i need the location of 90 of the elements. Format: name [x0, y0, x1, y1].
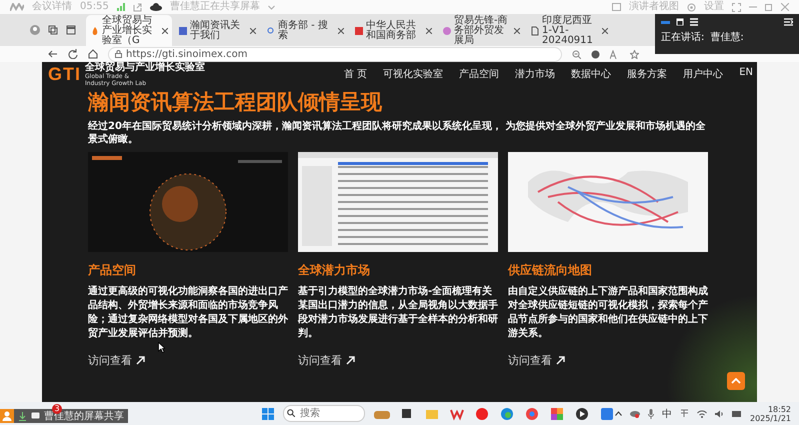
card-title: 全球潜力市场	[298, 262, 371, 279]
card-title: 供应链流向地图	[508, 262, 593, 279]
tiles-icon[interactable]	[549, 406, 565, 420]
nav-link[interactable]: 可视化实验室	[383, 67, 444, 81]
cloud-icon	[150, 3, 162, 11]
browser-tab[interactable]: 瀚闻资讯关于我们	[174, 15, 260, 46]
arrow-icon	[136, 356, 145, 365]
site-icon	[354, 26, 364, 36]
close-icon[interactable]	[250, 28, 256, 34]
nav-link[interactable]: EN	[739, 67, 753, 81]
nav-link[interactable]: 数据中心	[571, 67, 612, 81]
play-icon[interactable]	[574, 406, 590, 420]
meeting-timer: 05:55	[80, 1, 109, 13]
browser-tab[interactable]: 中华人民共和国商务部	[350, 15, 436, 46]
windows-icon[interactable]	[262, 408, 274, 420]
signal-icon	[116, 3, 125, 11]
site-icon	[178, 26, 188, 36]
page-heading: 瀚闻资讯算法工程团队倾情呈现	[88, 89, 383, 116]
star-icon[interactable]	[630, 50, 639, 58]
list-icon[interactable]	[690, 18, 698, 26]
app-square-icon[interactable]	[599, 406, 615, 420]
clock-date[interactable]: 2025/1/21	[750, 414, 792, 422]
battery-icon[interactable]	[732, 410, 742, 416]
back-icon[interactable]	[48, 49, 58, 59]
speaking-label: 正在讲话:	[661, 30, 704, 44]
input-method-indicator[interactable]: 中	[662, 406, 672, 420]
card-title: 产品空间	[88, 262, 137, 279]
notification-badge: 3	[52, 404, 62, 414]
site-icon	[442, 26, 452, 36]
fullscreen-icon[interactable]	[732, 2, 741, 12]
visit-link[interactable]: 访问查看	[508, 353, 565, 368]
speaker-name: 曹佳慧:	[710, 30, 744, 44]
search-icon	[287, 409, 295, 417]
download-icon[interactable]	[18, 412, 27, 420]
arrow-icon	[556, 356, 565, 365]
zoom-icon[interactable]	[572, 50, 581, 58]
app-circle-icon[interactable]	[474, 406, 490, 420]
intro-text: 经过20年在国际贸易统计分析领域内深耕，瀚闻资讯算法工程团队将研究成果以系统化呈现， 为您提供对全球外贸产业发展和市场机遇的全景式俯瞰。	[88, 120, 706, 146]
mouse-cursor-icon	[158, 342, 165, 353]
close-icon[interactable]	[426, 28, 432, 34]
restore-icon[interactable]	[765, 3, 773, 11]
visit-link[interactable]: 访问查看	[298, 353, 355, 368]
browser-tab[interactable]: 印度尼西亚1-V1-20240911	[526, 15, 612, 46]
address-field[interactable]: https://gti.sinoimex.com	[108, 46, 562, 62]
share-icon[interactable]	[132, 2, 142, 12]
refresh-icon[interactable]	[68, 49, 78, 59]
site-icon	[530, 26, 540, 36]
browser-tab[interactable]: 商务部 - 搜索	[262, 15, 348, 46]
chat-icon[interactable]	[31, 412, 40, 420]
close-icon[interactable]	[514, 28, 520, 34]
window-icon[interactable]	[676, 18, 684, 26]
microphone-icon[interactable]	[648, 408, 654, 418]
logo-mark: GTI	[48, 64, 81, 84]
chevron-up-icon[interactable]	[615, 411, 622, 416]
nav-link[interactable]: 用户中心	[683, 67, 724, 81]
nav-link[interactable]: 服务方案	[627, 67, 668, 81]
collections-icon[interactable]	[48, 25, 58, 35]
browser-tab[interactable]: 贸易先锋-商务部外贸发展局	[438, 15, 524, 46]
site-icon	[266, 26, 276, 36]
home-icon[interactable]	[88, 49, 98, 59]
clock-time[interactable]: 18:52	[768, 404, 792, 414]
site-icon	[90, 26, 100, 36]
bar-icon[interactable]	[661, 20, 670, 24]
cloud-icon[interactable]	[630, 409, 640, 418]
search-field[interactable]: 搜索	[283, 405, 365, 422]
arrow-icon	[346, 356, 355, 365]
logo-icon	[10, 3, 24, 11]
person-icon[interactable]	[0, 409, 14, 423]
nav-link[interactable]: 产品空间	[459, 67, 500, 81]
lock-icon	[115, 50, 122, 58]
wifi-icon[interactable]	[697, 410, 707, 418]
back-to-top-button[interactable]	[727, 372, 745, 390]
browser-tab[interactable]: 全球贸易与产业增长实验室（G	[86, 15, 172, 46]
profile-icon[interactable]	[30, 25, 40, 35]
nav-link[interactable]: 潜力市场	[515, 67, 556, 81]
close-icon[interactable]	[162, 28, 168, 34]
settings-icon[interactable]	[687, 2, 696, 12]
caret-icon[interactable]	[268, 4, 275, 10]
nav-link[interactable]: 首 页	[344, 67, 368, 81]
card-description: 由自定义供应链的上下游产品和国家范围构成对全球供应链短链的可视化模拟，探索每个产品节点所参与的国家和他们在供应链中的上下游关系。	[508, 285, 708, 341]
menu-icon[interactable]	[784, 18, 793, 26]
visit-link[interactable]: 访问查看	[88, 353, 145, 368]
card-description: 通过更高级的可视化功能洞察各国的进出口产品结构、外贸增长来源和面临的市场竞争风险；通过复杂网络模型对各国及下属地区的外贸产业发展评估并预测。	[88, 285, 288, 341]
close-icon[interactable]	[338, 28, 344, 34]
close-icon[interactable]	[602, 28, 608, 34]
card-description: 基于引力模型的全球潜力市场-全面梳理有关某国出口潜力的信息，从全局视角以大数据手段对潜力市场发展进行基于全样本的分析和研判。	[298, 285, 498, 341]
screen-icon	[612, 3, 621, 11]
logo-title: 全球贸易与产业增长实验室	[85, 62, 205, 72]
chevron-up-icon	[731, 378, 741, 384]
speaker-icon[interactable]	[715, 410, 724, 418]
